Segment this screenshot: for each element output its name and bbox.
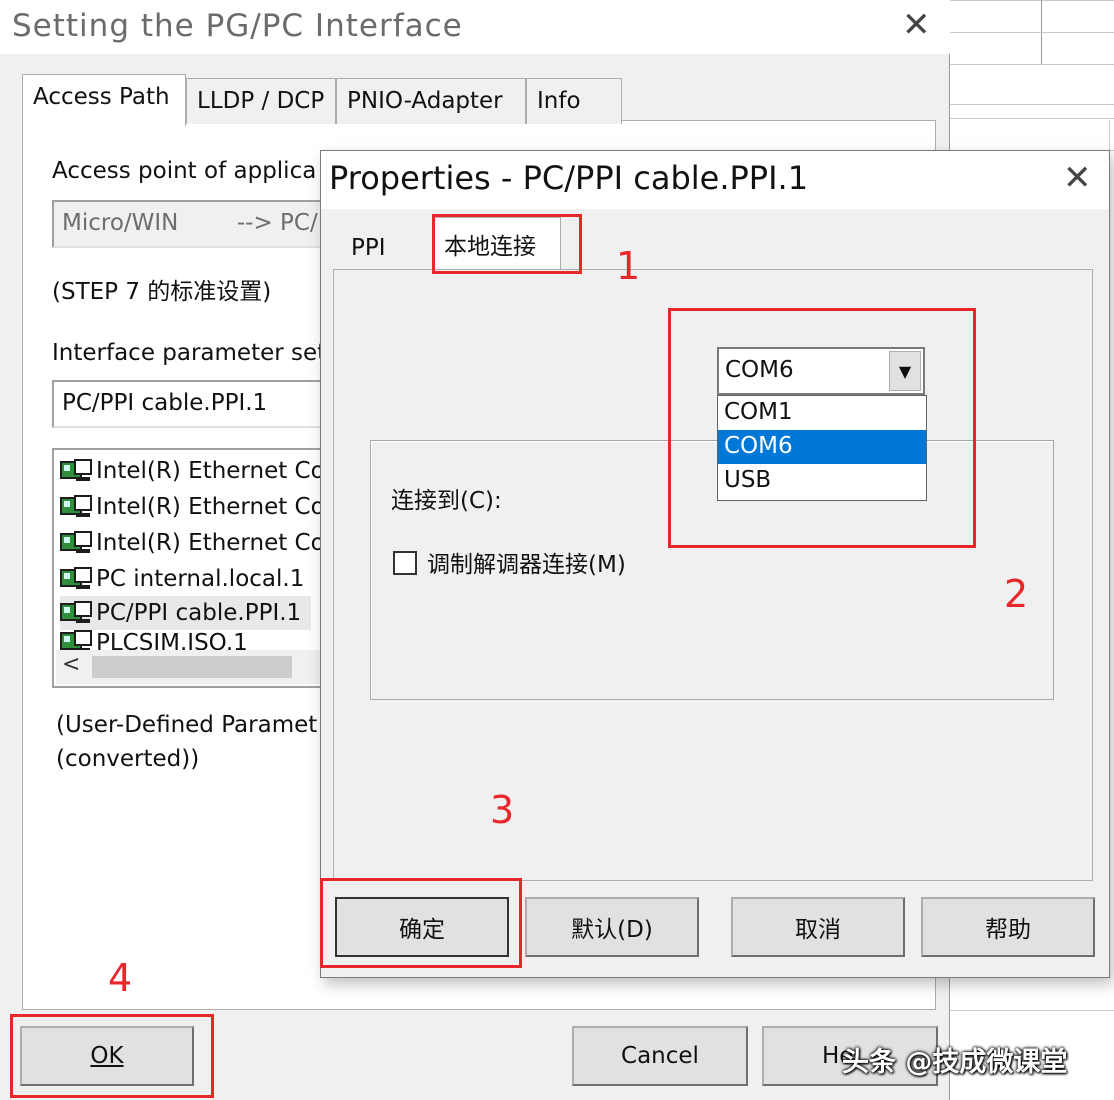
param-note-line2: (converted))	[56, 746, 200, 772]
annotation-box-4	[10, 1014, 214, 1098]
properties-dialog-title: Properties - PC/PPI cable.PPI.1	[329, 159, 809, 197]
default-button[interactable]: 默认(D)	[525, 897, 699, 957]
network-card-icon	[60, 531, 92, 555]
default-button-label: 默认(D)	[571, 917, 653, 943]
main-titlebar: Setting the PG/PC Interface ✕	[0, 0, 950, 54]
tab-access-path-label: Access Path	[33, 84, 170, 110]
list-item[interactable]: PC internal.local.1	[60, 562, 304, 596]
network-card-icon	[60, 601, 92, 625]
list-item-label: PC/PPI cable.PPI.1	[96, 600, 302, 626]
tab-lldp-dcp[interactable]: LLDP / DCP	[186, 78, 336, 124]
annotation-number-4: 4	[108, 956, 133, 1000]
tab-pnio-adapter[interactable]: PNIO-Adapter	[336, 78, 526, 124]
connect-to-label: 连接到(C):	[391, 488, 502, 514]
props-help-button[interactable]: 帮助	[921, 897, 1095, 957]
properties-close-icon[interactable]: ✕	[1063, 161, 1092, 195]
tab-lldp-dcp-label: LLDP / DCP	[197, 88, 325, 114]
list-item[interactable]: Intel(R) Ethernet Co	[60, 454, 325, 488]
modem-checkbox-label: 调制解调器连接(M)	[427, 552, 626, 578]
network-card-icon	[60, 495, 92, 519]
interface-param-label: Interface parameter set	[52, 340, 327, 366]
horizontal-scrollbar[interactable]: <	[56, 650, 330, 684]
network-card-icon	[60, 567, 92, 591]
cancel-button[interactable]: Cancel	[572, 1026, 748, 1086]
tab-info-label: Info	[537, 88, 581, 114]
interface-param-field[interactable]: PC/PPI cable.PPI.1	[52, 380, 332, 428]
list-item-label: PLCSIM.ISO.1	[96, 630, 248, 650]
scrollbar-thumb[interactable]	[92, 656, 292, 678]
list-item[interactable]: Intel(R) Ethernet Co	[60, 526, 325, 560]
scroll-left-icon[interactable]: <	[62, 652, 80, 677]
access-point-field[interactable]: Micro/WIN --> PC/	[52, 200, 332, 248]
access-point-value: Micro/WIN --> PC/	[62, 210, 318, 236]
annotation-box-3	[320, 878, 522, 968]
tab-ppi-label: PPI	[351, 235, 386, 261]
annotation-box-1	[432, 214, 582, 274]
interface-list[interactable]: Intel(R) Ethernet Co Intel(R) Ethernet C…	[52, 448, 332, 688]
param-note-line1: (User-Defined Paramet	[56, 712, 318, 738]
cancel-button-label: Cancel	[621, 1043, 699, 1069]
annotation-box-2	[668, 308, 976, 548]
network-card-icon	[60, 459, 92, 483]
standard-setting-note: (STEP 7 的标准设置)	[52, 279, 272, 305]
list-item-label: Intel(R) Ethernet Co	[96, 494, 325, 520]
properties-dialog: Properties - PC/PPI cable.PPI.1 ✕ 连接到(C)…	[320, 150, 1110, 978]
watermark: 头条 @技成微课堂	[842, 1047, 1068, 1078]
interface-param-value: PC/PPI cable.PPI.1	[62, 390, 268, 416]
properties-titlebar: Properties - PC/PPI cable.PPI.1 ✕	[321, 151, 1109, 209]
list-item-label: Intel(R) Ethernet Co	[96, 530, 325, 556]
list-item[interactable]: PLCSIM.ISO.1	[60, 630, 248, 650]
annotation-number-2: 2	[1004, 572, 1029, 616]
main-close-icon[interactable]: ✕	[902, 8, 931, 42]
annotation-number-1: 1	[616, 244, 641, 288]
network-card-icon	[60, 630, 92, 650]
list-item[interactable]: Intel(R) Ethernet Co	[60, 490, 325, 524]
tab-info[interactable]: Info	[526, 78, 622, 124]
list-item-label: PC internal.local.1	[96, 566, 305, 592]
list-item-label: Intel(R) Ethernet Co	[96, 458, 325, 484]
modem-checkbox[interactable]	[393, 551, 417, 575]
props-help-button-label: 帮助	[985, 917, 1031, 943]
access-point-label: Access point of applica	[52, 158, 317, 184]
tab-pnio-adapter-label: PNIO-Adapter	[347, 88, 503, 114]
annotation-number-3: 3	[490, 788, 515, 832]
list-item-selected[interactable]: PC/PPI cable.PPI.1	[60, 596, 312, 630]
tab-ppi[interactable]: PPI	[341, 223, 431, 269]
props-cancel-button-label: 取消	[795, 917, 841, 943]
props-cancel-button[interactable]: 取消	[731, 897, 905, 957]
tab-access-path[interactable]: Access Path	[22, 74, 186, 126]
main-dialog-title: Setting the PG/PC Interface	[12, 8, 463, 44]
